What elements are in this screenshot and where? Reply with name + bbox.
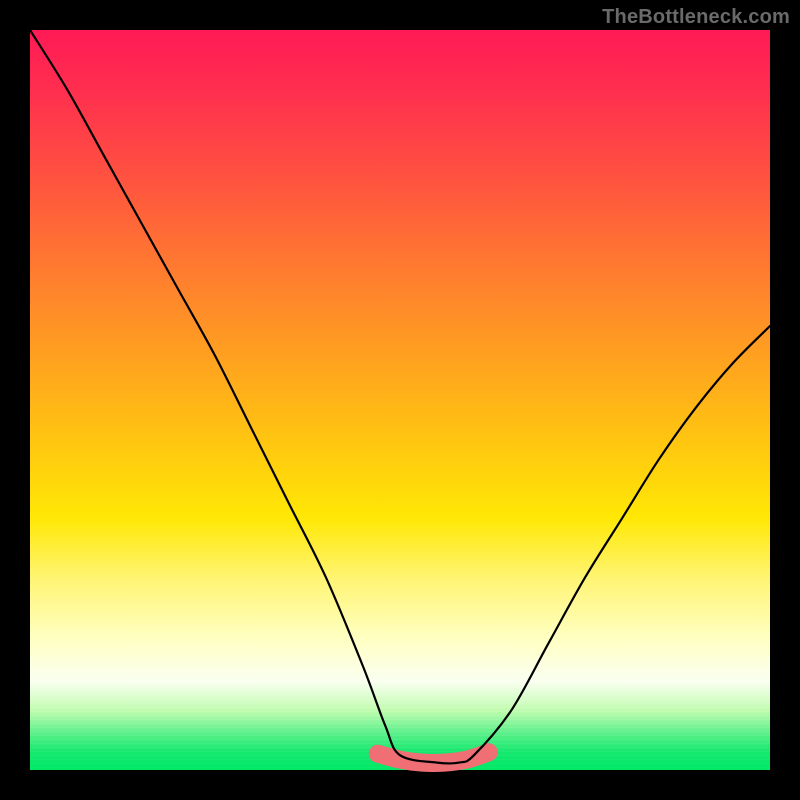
chart-frame: TheBottleneck.com (0, 0, 800, 800)
curve-layer (30, 30, 770, 770)
watermark-text: TheBottleneck.com (602, 6, 790, 29)
bottleneck-curve (30, 30, 770, 764)
plot-area (30, 30, 770, 770)
